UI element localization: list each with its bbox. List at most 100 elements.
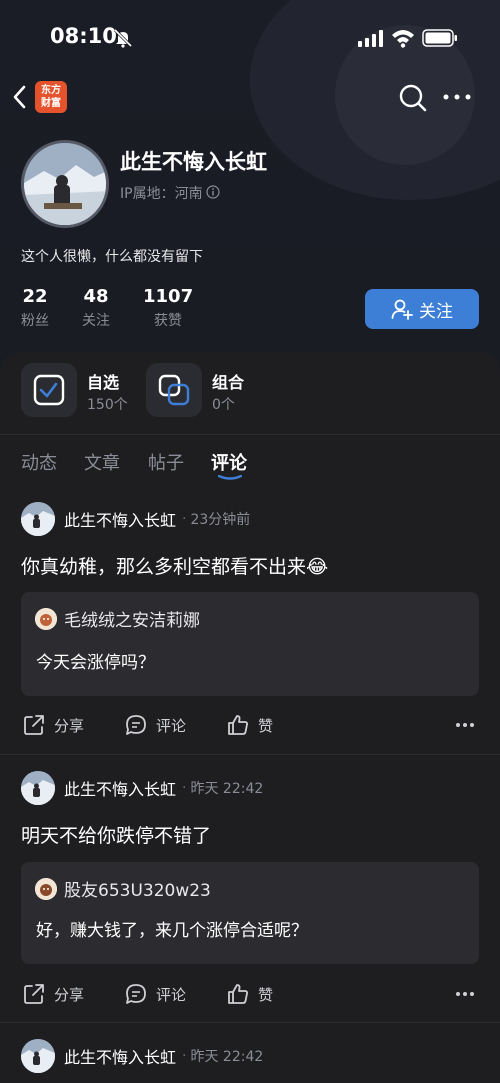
quote-header: 股友653U320w23 bbox=[35, 876, 211, 901]
post-username[interactable]: 此生不悔入长虹 bbox=[64, 1044, 176, 1068]
stat-likes[interactable]: 1107 获赞 bbox=[143, 286, 193, 330]
like-button[interactable]: 赞 bbox=[226, 982, 273, 1006]
post-username[interactable]: 此生不悔入长虹 bbox=[64, 776, 176, 800]
like-label: 赞 bbox=[258, 716, 274, 735]
info-icon[interactable] bbox=[206, 185, 220, 199]
user-avatar[interactable] bbox=[21, 502, 55, 536]
avatar-image bbox=[21, 771, 55, 805]
tab-articles[interactable]: 文章 bbox=[84, 449, 120, 475]
thumbs-up-icon bbox=[228, 984, 248, 1004]
post-more-icon[interactable] bbox=[455, 991, 475, 997]
quote-username[interactable]: 股友653U320w23 bbox=[64, 876, 211, 901]
share-label: 分享 bbox=[54, 985, 85, 1004]
profile-name: 此生不悔入长虹 bbox=[120, 150, 267, 174]
watchlist-icon-box bbox=[21, 363, 77, 417]
stat-value: 1107 bbox=[143, 286, 194, 307]
logo-line-2: 财富 bbox=[41, 98, 61, 109]
separator-dot: · bbox=[182, 1048, 187, 1064]
checklist-icon bbox=[33, 374, 65, 406]
watchlist-title: 自选 bbox=[87, 373, 120, 392]
quote-avatar bbox=[35, 877, 57, 900]
logo-line-1: 东方 bbox=[41, 85, 61, 96]
wifi-icon bbox=[392, 30, 414, 48]
comment-icon bbox=[126, 715, 146, 735]
quote-avatar bbox=[35, 607, 57, 630]
avatar-image bbox=[35, 877, 57, 900]
divider bbox=[0, 434, 500, 435]
post-text[interactable]: 明天不给你跌停不错了 bbox=[21, 821, 211, 848]
search-icon[interactable] bbox=[398, 83, 428, 113]
divider bbox=[0, 754, 500, 755]
status-bar: 08:10 bbox=[0, 0, 500, 75]
portfolio-icon-box bbox=[146, 363, 202, 417]
post-header: 此生不悔入长虹 · 23分钟前 bbox=[21, 502, 250, 536]
separator-dot: · bbox=[182, 780, 187, 796]
profile-bio: 这个人很懒，什么都没有留下 bbox=[21, 249, 203, 265]
stat-fans[interactable]: 22 粉丝 bbox=[21, 286, 49, 330]
post-header: 此生不悔入长虹 · 昨天 22:42 bbox=[21, 771, 263, 805]
profile-avatar[interactable] bbox=[21, 140, 109, 228]
post-username[interactable]: 此生不悔入长虹 bbox=[64, 507, 176, 531]
tab-comments[interactable]: 评论 bbox=[211, 449, 247, 475]
nav-bar: 东方 财富 bbox=[0, 75, 500, 119]
portfolio-card[interactable]: 组合 0个 bbox=[146, 363, 256, 417]
post-time: 昨天 22:42 bbox=[190, 781, 264, 797]
comment-button[interactable]: 评论 bbox=[124, 713, 186, 737]
comment-label: 评论 bbox=[156, 716, 187, 735]
status-time: 08:10 bbox=[50, 24, 117, 48]
portfolio-icon bbox=[158, 374, 190, 406]
post-time: 23分钟前 bbox=[190, 512, 251, 528]
tab-dynamics[interactable]: 动态 bbox=[21, 449, 57, 475]
post-time: 昨天 22:42 bbox=[190, 1049, 264, 1065]
tab-posts[interactable]: 帖子 bbox=[148, 449, 184, 475]
app-logo[interactable]: 东方 财富 bbox=[35, 81, 67, 113]
back-arrow-icon[interactable] bbox=[10, 83, 30, 111]
thumbs-up-icon bbox=[228, 715, 248, 735]
portfolio-count: 0个 bbox=[212, 397, 235, 413]
quoted-post[interactable]: 股友653U320w23 好，赚大钱了，来几个涨停合适呢？ bbox=[21, 862, 479, 964]
user-avatar[interactable] bbox=[21, 771, 55, 805]
post-header: 此生不悔入长虹 · 昨天 22:42 bbox=[21, 1039, 263, 1073]
portfolio-title: 组合 bbox=[212, 373, 245, 392]
comment-label: 评论 bbox=[156, 985, 187, 1004]
watchlist-count: 150个 bbox=[87, 397, 128, 413]
bell-slash-icon bbox=[113, 28, 133, 48]
stat-label: 粉丝 bbox=[21, 313, 49, 329]
like-label: 赞 bbox=[258, 985, 274, 1004]
avatar-image bbox=[21, 502, 55, 536]
avatar-image bbox=[21, 1039, 55, 1073]
ip-location: IP属地：河南 bbox=[120, 186, 203, 202]
stat-label: 关注 bbox=[82, 313, 110, 329]
quoted-post[interactable]: 毛绒绒之安洁莉娜 今天会涨停吗？ bbox=[21, 592, 479, 696]
share-icon bbox=[24, 984, 44, 1004]
separator-dot: · bbox=[182, 511, 187, 527]
like-button[interactable]: 赞 bbox=[226, 713, 273, 737]
battery-icon bbox=[422, 29, 457, 47]
stat-label: 获赞 bbox=[154, 313, 183, 329]
stat-value: 48 bbox=[83, 286, 109, 307]
add-user-icon bbox=[391, 299, 413, 320]
post-more-icon[interactable] bbox=[455, 722, 475, 728]
share-label: 分享 bbox=[54, 716, 85, 735]
cellular-signal-icon bbox=[358, 30, 383, 47]
comment-icon bbox=[126, 984, 146, 1004]
share-icon bbox=[24, 715, 44, 735]
post-text[interactable]: 你真幼稚，那么多利空都看不出来😂 bbox=[21, 552, 328, 579]
follow-label: 关注 bbox=[419, 301, 453, 322]
share-button[interactable]: 分享 bbox=[22, 713, 84, 737]
stat-following[interactable]: 48 关注 bbox=[82, 286, 110, 330]
share-button[interactable]: 分享 bbox=[22, 982, 84, 1006]
divider bbox=[0, 1022, 500, 1023]
stat-value: 22 bbox=[22, 286, 48, 307]
user-avatar[interactable] bbox=[21, 1039, 55, 1073]
quote-text: 今天会涨停吗？ bbox=[36, 653, 155, 673]
comment-button[interactable]: 评论 bbox=[124, 982, 186, 1006]
more-icon[interactable] bbox=[442, 90, 472, 104]
avatar-image bbox=[35, 607, 57, 630]
quote-username[interactable]: 毛绒绒之安洁莉娜 bbox=[64, 606, 200, 631]
watchlist-card[interactable]: 自选 150个 bbox=[21, 363, 131, 417]
follow-button[interactable]: 关注 bbox=[365, 289, 479, 329]
active-tab-indicator bbox=[218, 475, 242, 480]
quote-text: 好，赚大钱了，来几个涨停合适呢？ bbox=[36, 921, 308, 941]
quote-header: 毛绒绒之安洁莉娜 bbox=[35, 606, 200, 631]
